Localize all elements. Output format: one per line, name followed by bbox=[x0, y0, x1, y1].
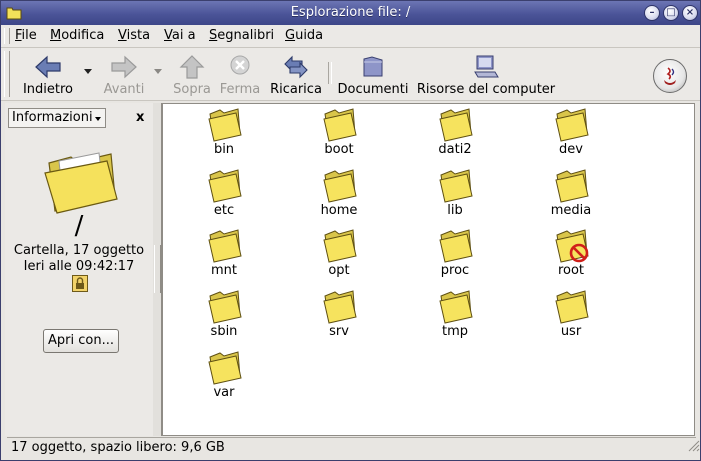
folder-icon bbox=[208, 290, 242, 324]
folder-icon bbox=[208, 169, 242, 203]
menu-modifica[interactable]: Modifica bbox=[50, 28, 104, 43]
chevron-down-icon bbox=[95, 117, 101, 121]
modified-date: Ieri alle 09:42:17 bbox=[23, 259, 135, 274]
folder-icon bbox=[439, 108, 473, 142]
folder-icon bbox=[208, 351, 242, 385]
file-name: usr bbox=[560, 324, 582, 339]
file-item-srv[interactable]: srv bbox=[294, 286, 384, 344]
pane-splitter[interactable] bbox=[153, 103, 162, 436]
back-arrow-icon bbox=[35, 55, 61, 79]
file-name: mnt bbox=[211, 263, 237, 278]
side-pane-close-button[interactable]: x bbox=[136, 110, 144, 125]
file-item-var[interactable]: var bbox=[179, 347, 269, 405]
folder-icon bbox=[208, 108, 242, 142]
menu-file[interactable]: File bbox=[15, 28, 37, 43]
documents-folder-icon bbox=[363, 56, 383, 77]
menu-guida[interactable]: Guida bbox=[285, 28, 323, 43]
menu-vai-a[interactable]: Vai a bbox=[164, 28, 196, 43]
open-with-button[interactable]: Apri con... bbox=[43, 329, 119, 353]
file-name: sbin bbox=[210, 324, 238, 339]
file-item-home[interactable]: home bbox=[294, 165, 384, 223]
maximize-icon: □ bbox=[666, 7, 676, 18]
toolbar-grip[interactable] bbox=[4, 51, 10, 97]
back-history-dropdown[interactable] bbox=[84, 69, 92, 74]
folder-icon bbox=[439, 290, 473, 324]
throbber-icon bbox=[653, 59, 687, 93]
gear-icon bbox=[664, 67, 676, 85]
file-item-sbin[interactable]: sbin bbox=[179, 286, 269, 344]
file-name: dati2 bbox=[438, 142, 472, 157]
file-name: dev bbox=[559, 142, 583, 157]
side-pane: Informazioni x / Cartella, 17 oggetto Ie… bbox=[5, 103, 153, 436]
file-name: etc bbox=[213, 203, 235, 218]
lock-icon bbox=[72, 275, 88, 292]
folder-icon bbox=[323, 290, 357, 324]
file-item-bin[interactable]: bin bbox=[179, 104, 269, 162]
close-button[interactable]: × bbox=[682, 5, 698, 21]
folder-icon bbox=[555, 108, 589, 142]
file-item-tmp[interactable]: tmp bbox=[410, 286, 500, 344]
file-name: bin bbox=[213, 142, 235, 157]
folder-icon bbox=[555, 169, 589, 203]
minimize-icon: – bbox=[649, 7, 655, 18]
file-item-boot[interactable]: boot bbox=[294, 104, 384, 162]
computer-icon bbox=[474, 55, 499, 78]
stop-icon bbox=[230, 55, 250, 75]
file-name: tmp bbox=[441, 324, 468, 339]
menu-bar: File Modifica Vista Vai a Segnalibri Gui… bbox=[1, 25, 700, 48]
file-name: lib bbox=[447, 203, 463, 218]
file-item-dev[interactable]: dev bbox=[526, 104, 616, 162]
menubar-grip[interactable] bbox=[4, 28, 10, 44]
file-name: root bbox=[557, 263, 585, 278]
folder-summary: Cartella, 17 oggetto bbox=[13, 243, 145, 258]
file-item-usr[interactable]: usr bbox=[526, 286, 616, 344]
close-icon: × bbox=[685, 7, 695, 18]
folder-icon bbox=[323, 169, 357, 203]
forward-arrow-icon bbox=[111, 55, 137, 79]
folder-icon bbox=[439, 229, 473, 263]
file-name: opt bbox=[328, 263, 350, 278]
file-item-etc[interactable]: etc bbox=[179, 165, 269, 223]
up-arrow-icon bbox=[179, 55, 205, 79]
menu-vista[interactable]: Vista bbox=[118, 28, 150, 43]
file-name: proc bbox=[440, 263, 470, 278]
file-item-dati2[interactable]: dati2 bbox=[410, 104, 500, 162]
file-item-opt[interactable]: opt bbox=[294, 225, 384, 283]
folder-icon bbox=[555, 290, 589, 324]
file-icon-view[interactable]: bin boot dati2 dev etc home lib media mnt opt proc… bbox=[162, 103, 695, 436]
file-manager-window: Esplorazione file: / – □ × File Modifica… bbox=[0, 0, 701, 461]
folder-icon bbox=[323, 229, 357, 263]
splitter-handle[interactable] bbox=[154, 245, 161, 293]
window-title: Esplorazione file: / bbox=[290, 5, 411, 20]
status-bar: 17 oggetto, spazio libero: 9,6 GB bbox=[7, 437, 696, 457]
forward-history-dropdown[interactable] bbox=[154, 69, 162, 74]
large-folder-icon bbox=[44, 152, 118, 214]
file-item-lib[interactable]: lib bbox=[410, 165, 500, 223]
toolbar: Indietro Avanti Sopra Ferma Ricarica Doc… bbox=[1, 48, 700, 101]
folder-icon bbox=[323, 108, 357, 142]
side-pane-selector-label: Informazioni bbox=[12, 110, 93, 125]
maximize-button[interactable]: □ bbox=[663, 5, 679, 21]
title-bar[interactable]: Esplorazione file: / – □ × bbox=[1, 1, 700, 25]
file-item-proc[interactable]: proc bbox=[410, 225, 500, 283]
resize-grip-icon[interactable] bbox=[686, 438, 700, 452]
toolbar-separator bbox=[328, 62, 332, 84]
current-path: / bbox=[74, 211, 84, 241]
folder-icon bbox=[208, 229, 242, 263]
folder-icon bbox=[555, 229, 589, 263]
menu-segnalibri[interactable]: Segnalibri bbox=[209, 28, 274, 43]
minimize-button[interactable]: – bbox=[644, 5, 660, 21]
file-name: media bbox=[550, 203, 592, 218]
file-name: home bbox=[320, 203, 358, 218]
file-name: boot bbox=[324, 142, 354, 157]
file-item-media[interactable]: media bbox=[526, 165, 616, 223]
reload-icon bbox=[284, 55, 308, 79]
side-pane-selector[interactable]: Informazioni bbox=[8, 108, 106, 128]
folder-icon bbox=[439, 169, 473, 203]
file-name: srv bbox=[329, 324, 349, 339]
file-item-root[interactable]: root bbox=[526, 225, 616, 283]
file-name: var bbox=[213, 385, 235, 400]
file-item-mnt[interactable]: mnt bbox=[179, 225, 269, 283]
